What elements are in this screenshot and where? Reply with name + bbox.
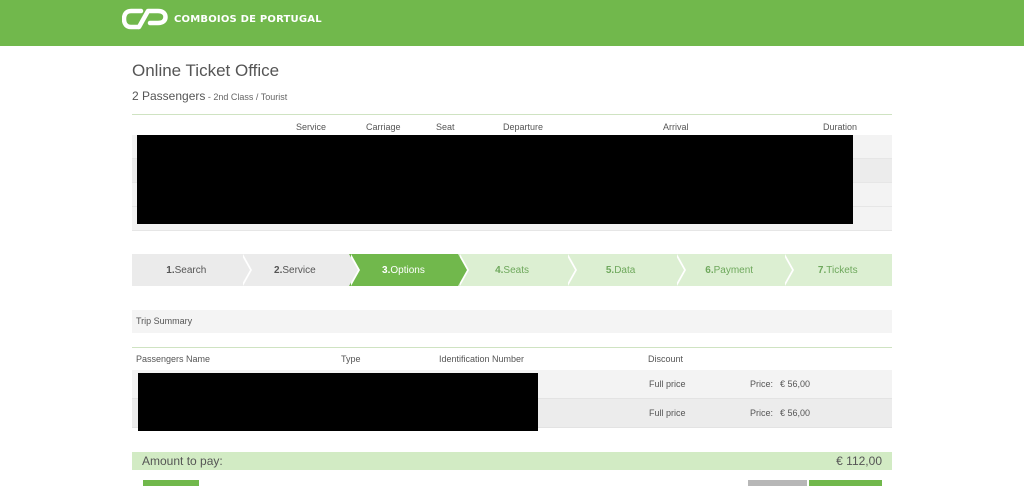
col-carriage: Carriage bbox=[366, 122, 401, 132]
continue-button[interactable] bbox=[809, 480, 882, 486]
brand-name: COMBOIOS DE PORTUGAL bbox=[174, 13, 322, 25]
discount-value: Full price bbox=[649, 379, 686, 389]
step-number: 5. bbox=[605, 264, 615, 276]
cancel-button[interactable] bbox=[748, 480, 807, 486]
redacted-block bbox=[138, 373, 538, 431]
discount-value: Full price bbox=[649, 408, 686, 418]
col-departure: Departure bbox=[503, 122, 544, 132]
passenger-count: 2 Passengers bbox=[132, 89, 206, 103]
step-payment: 6.Payment bbox=[674, 254, 795, 286]
col-type: Type bbox=[341, 354, 361, 364]
price-label: Price: bbox=[750, 379, 774, 389]
step-search[interactable]: 1.Search bbox=[132, 254, 252, 286]
price-value: € 56,00 bbox=[780, 408, 811, 418]
brand-logo[interactable]: COMBOIOS DE PORTUGAL bbox=[122, 6, 322, 32]
step-label: Search bbox=[174, 264, 207, 276]
step-label: Service bbox=[282, 264, 316, 276]
redacted-block bbox=[137, 135, 853, 224]
step-number: 7. bbox=[817, 264, 827, 276]
price-value: € 56,00 bbox=[780, 379, 811, 389]
step-seats: 4.Seats bbox=[457, 254, 578, 286]
step-label: Options bbox=[390, 264, 425, 276]
col-discount: Discount bbox=[648, 354, 684, 364]
step-options: 3.Options bbox=[349, 254, 469, 286]
amount-label: Amount to pay: bbox=[142, 454, 223, 468]
trip-table-header: Service Carriage Seat Departure Arrival … bbox=[132, 115, 892, 136]
step-label: Data bbox=[614, 264, 636, 276]
col-arrival: Arrival bbox=[663, 122, 689, 132]
page-title: Online Ticket Office bbox=[132, 61, 280, 80]
col-id-number: Identification Number bbox=[439, 354, 525, 364]
trip-summary-bar: Trip Summary bbox=[132, 310, 892, 333]
step-label: Tickets bbox=[826, 264, 858, 276]
progress-steps: 1.Search 2.Service 3.Options 4.Seats 5.D… bbox=[132, 254, 893, 286]
passengers-table-header: Passengers Name Type Identification Numb… bbox=[132, 348, 892, 370]
step-label: Seats bbox=[503, 264, 529, 276]
step-label: Payment bbox=[713, 264, 754, 276]
trip-table: Service Carriage Seat Departure Arrival … bbox=[132, 114, 892, 231]
amount-to-pay-bar: Amount to pay: € 112,00 bbox=[132, 452, 892, 470]
col-duration: Duration bbox=[823, 122, 858, 132]
step-number: 6. bbox=[705, 264, 714, 276]
passenger-summary: 2 Passengers - 2nd Class / Tourist bbox=[132, 89, 287, 103]
class-info: - 2nd Class / Tourist bbox=[205, 92, 288, 102]
step-data: 5.Data bbox=[566, 254, 686, 286]
step-tickets: 7.Tickets bbox=[783, 254, 893, 286]
col-passenger-name: Passengers Name bbox=[136, 354, 211, 364]
amount-value: € 112,00 bbox=[836, 454, 882, 468]
step-number: 1. bbox=[166, 264, 175, 276]
top-header: COMBOIOS DE PORTUGAL bbox=[0, 0, 1024, 46]
cp-logo-icon bbox=[122, 8, 168, 30]
trip-summary-label: Trip Summary bbox=[136, 316, 193, 326]
back-button[interactable] bbox=[143, 480, 199, 486]
step-service[interactable]: 2.Service bbox=[240, 254, 361, 286]
price-label: Price: bbox=[750, 408, 774, 418]
passengers-table: Passengers Name Type Identification Numb… bbox=[132, 347, 892, 431]
col-seat: Seat bbox=[436, 122, 455, 132]
col-service: Service bbox=[296, 122, 327, 132]
